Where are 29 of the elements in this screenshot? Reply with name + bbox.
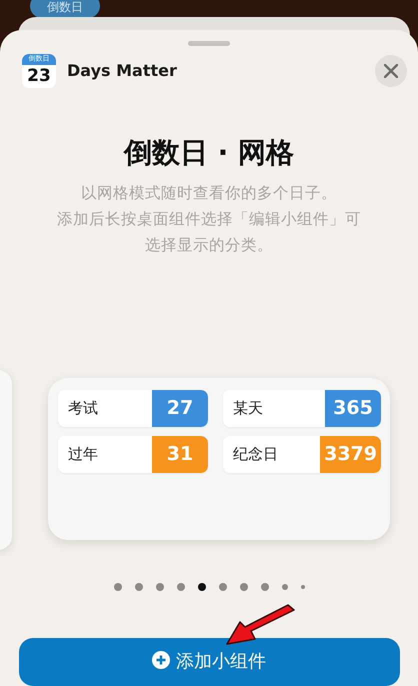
item-label: 纪念日 (232, 444, 279, 465)
add-widget-button[interactable]: 添加小组件 (18, 638, 400, 686)
close-button[interactable] (375, 54, 407, 87)
item-label: 某天 (232, 398, 264, 419)
page-dot[interactable] (114, 583, 122, 592)
description-line: 选择显示的分类。 (144, 234, 274, 256)
page-dot[interactable] (198, 583, 206, 592)
page-dot[interactable] (260, 583, 268, 592)
page-dot[interactable] (218, 583, 226, 592)
day-count: 27 (152, 390, 208, 427)
item-label: 过年 (67, 444, 99, 465)
page-dot[interactable] (134, 583, 142, 592)
widget-title: 倒数日 · 网格 (124, 134, 294, 171)
page-dot[interactable] (176, 583, 184, 592)
arrow-drawing (226, 604, 295, 645)
page-dot[interactable] (156, 583, 164, 592)
plus-icon (152, 650, 170, 669)
page-dot[interactable] (300, 585, 304, 590)
day-count: 31 (152, 436, 208, 473)
description-line: 添加后长按桌面组件选择「编辑小组件」可 (57, 208, 361, 230)
page-dot[interactable] (282, 584, 288, 590)
page-dot[interactable] (240, 583, 248, 592)
day-count: 3379 (320, 436, 381, 473)
item-label: 考试 (67, 398, 99, 419)
icon-day: 23 (27, 64, 51, 87)
description-line: 以网格模式随时查看你的多个日子。 (80, 182, 338, 204)
app-name: Days Matter (67, 61, 178, 80)
close-icon (384, 64, 398, 78)
day-count: 365 (325, 390, 381, 427)
